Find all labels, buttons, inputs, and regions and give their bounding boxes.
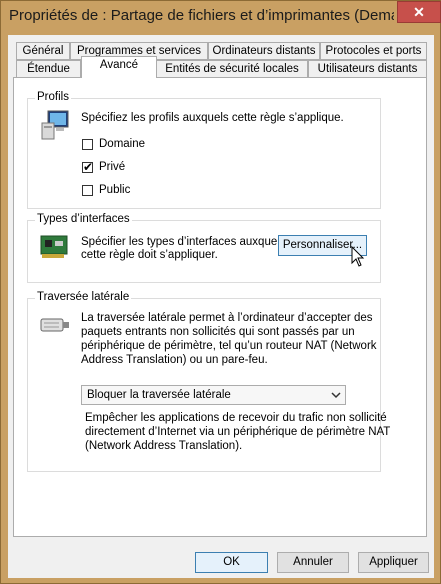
interfaces-description-line2: cette règle doit s’appliquer. [81,249,218,261]
cancel-button[interactable]: Annuler [277,552,349,573]
edge-traversal-select[interactable]: Bloquer la traversée latérale [81,385,346,405]
edge-help-line3: (Network Address Translation). [85,440,243,452]
edge-description-line4: Address Translation) ou un pare-feu. [81,354,268,366]
edge-description-line3: périphérique de périmètre, tel qu’un rou… [81,340,377,352]
profiles-group-label: Profils [35,91,71,103]
edge-help-line1: Empêcher les applications de recevoir du… [85,412,387,424]
tab-advanced[interactable]: Avancé [81,56,157,78]
network-card-icon [39,233,71,261]
window-title: Propriétés de : Partage de fichiers et d… [9,7,394,24]
domain-checkbox[interactable] [82,139,93,150]
profiles-description: Spécifiez les profils auxquels cette règ… [81,112,344,124]
tab-local-principals[interactable]: Entités de sécurité locales [156,60,308,78]
tab-protocols-ports[interactable]: Protocoles et ports [320,42,427,60]
tab-general[interactable]: Général [16,42,70,60]
edge-help-line2: directement d’Internet via un périphériq… [85,426,391,438]
edge-traversal-group-label: Traversée latérale [35,291,132,303]
tab-scope[interactable]: Étendue [16,60,81,78]
mouse-cursor-icon [351,245,365,268]
computer-icon [39,109,71,141]
edge-description-line2: paquets entrants non sollicités qui sont… [81,326,355,338]
close-button[interactable]: ✕ [397,1,441,23]
apply-button[interactable]: Appliquer [358,552,429,573]
edge-description-line1: La traversée latérale permet à l’ordinat… [81,312,373,324]
edge-traversal-selected: Bloquer la traversée latérale [87,389,231,401]
cable-connector-icon [39,313,71,337]
chevron-down-icon [331,386,341,411]
public-label[interactable]: Public [99,183,130,198]
private-checkbox[interactable]: ✔ [82,161,93,173]
properties-dialog: Propriétés de : Partage de fichiers et d… [0,0,441,584]
tab-remote-computers[interactable]: Ordinateurs distants [208,42,320,60]
domain-label[interactable]: Domaine [99,137,145,152]
title-bar[interactable]: Propriétés de : Partage de fichiers et d… [1,1,441,35]
ok-button[interactable]: OK [195,552,268,573]
public-checkbox[interactable] [82,185,93,196]
private-label[interactable]: Privé [99,160,125,175]
interfaces-group-label: Types d’interfaces [35,213,132,225]
tab-remote-users[interactable]: Utilisateurs distants [308,60,427,78]
